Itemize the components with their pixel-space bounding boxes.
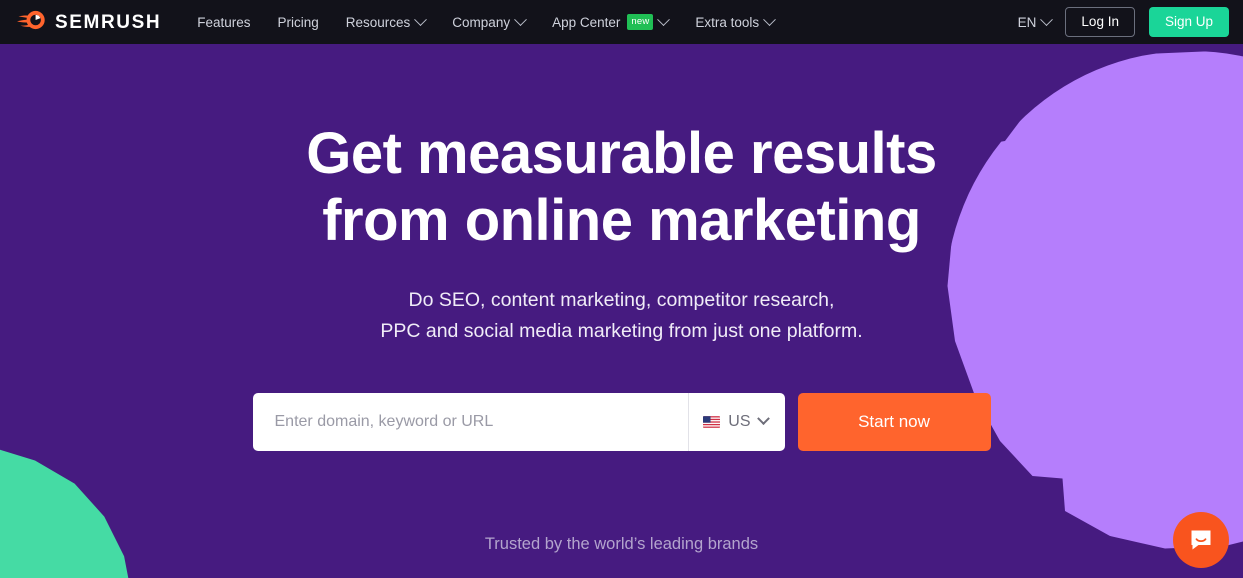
top-navigation-bar: SEMRUSH Features Pricing Resources Compa…	[0, 0, 1243, 44]
semrush-logo-text: SEMRUSH	[55, 11, 162, 33]
database-country-label: US	[728, 412, 751, 430]
headline-line-2: from online marketing	[322, 188, 921, 254]
nav-item-features[interactable]: Features	[197, 15, 250, 30]
subheading-line-1: Do SEO, content marketing, competitor re…	[408, 288, 835, 311]
sign-up-button[interactable]: Sign Up	[1148, 7, 1229, 37]
intercom-chat-bubble-icon	[1191, 530, 1211, 550]
nav-item-features-label: Features	[197, 14, 251, 30]
hero-search-form: US Start now	[252, 392, 991, 451]
page-title: Get measurable results from online marke…	[306, 120, 937, 255]
nav-item-company[interactable]: Company	[452, 12, 527, 30]
new-badge: new	[627, 14, 654, 30]
nav-item-app-center-label: App Center	[552, 14, 621, 30]
hero-section: Get measurable results from online marke…	[0, 44, 1243, 578]
search-box: US	[252, 392, 785, 451]
chevron-down-icon	[414, 12, 428, 26]
chevron-down-icon	[657, 12, 671, 26]
nav-item-extra-tools-label: Extra tools	[695, 14, 760, 30]
nav-right-actions: EN Log In Sign Up	[1018, 7, 1229, 37]
language-selector-label: EN	[1017, 14, 1037, 30]
chevron-down-icon	[1040, 12, 1054, 26]
us-flag-icon	[703, 415, 721, 428]
nav-item-extra-tools[interactable]: Extra tools	[695, 12, 777, 30]
chat-launcher-button[interactable]	[1173, 512, 1229, 568]
nav-item-pricing-label: Pricing	[277, 14, 319, 30]
chevron-down-icon	[514, 12, 527, 26]
subheading-line-2: PPC and social media marketing from just…	[380, 320, 863, 343]
headline-line-1: Get measurable results	[306, 121, 937, 186]
nav-item-pricing[interactable]: Pricing	[278, 15, 319, 30]
chevron-down-icon	[756, 412, 770, 426]
database-country-selector[interactable]: US	[688, 392, 784, 451]
nav-item-resources-label: Resources	[345, 14, 411, 30]
chevron-down-icon	[763, 12, 777, 26]
log-in-button[interactable]: Log In	[1065, 7, 1135, 37]
semrush-comet-logo-icon	[16, 10, 46, 35]
hero-subheading: Do SEO, content marketing, competitor re…	[380, 285, 862, 348]
nav-item-company-label: Company	[452, 14, 511, 30]
nav-item-app-center[interactable]: App Center new	[552, 12, 671, 30]
start-now-button[interactable]: Start now	[797, 392, 991, 451]
semrush-logo[interactable]: SEMRUSH	[16, 10, 161, 35]
language-selector[interactable]: EN	[1017, 12, 1054, 30]
main-nav-links: Features Pricing Resources Company App C…	[197, 12, 1017, 30]
trusted-by-caption: Trusted by the world’s leading brands	[484, 534, 759, 553]
search-input[interactable]	[252, 392, 689, 451]
nav-item-resources[interactable]: Resources	[345, 12, 428, 30]
